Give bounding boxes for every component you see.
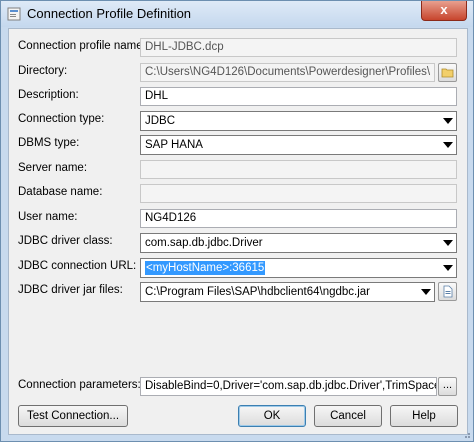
window-title: Connection Profile Definition bbox=[27, 6, 192, 21]
file-icon bbox=[443, 285, 453, 298]
chevron-down-icon bbox=[443, 240, 453, 246]
jdbc-url-label: JDBC connection URL: bbox=[18, 260, 137, 272]
test-connection-button[interactable]: Test Connection... bbox=[18, 405, 128, 427]
help-button[interactable]: Help bbox=[390, 405, 458, 427]
chevron-down-icon bbox=[443, 142, 453, 148]
connection-type-select[interactable]: JDBC bbox=[140, 111, 457, 131]
edit-parameters-button[interactable]: ... bbox=[438, 377, 457, 396]
cancel-button[interactable]: Cancel bbox=[314, 405, 382, 427]
jdbc-driver-class-value: com.sap.db.jdbc.Driver bbox=[145, 237, 263, 249]
directory-label: Directory: bbox=[18, 65, 68, 77]
description-field[interactable]: DHL bbox=[140, 87, 457, 106]
browse-jar-button[interactable] bbox=[438, 282, 457, 301]
profile-name-field[interactable]: DHL-JDBC.dcp bbox=[140, 38, 457, 57]
dialog-window: Connection Profile Definition x Connecti… bbox=[0, 0, 474, 442]
description-label: Description: bbox=[18, 89, 79, 101]
jdbc-driver-class-label: JDBC driver class: bbox=[18, 235, 113, 247]
database-name-label: Database name: bbox=[18, 186, 103, 198]
ok-button[interactable]: OK bbox=[238, 405, 306, 427]
chevron-down-icon bbox=[421, 289, 431, 295]
connection-parameters-label: Connection parameters: bbox=[18, 379, 141, 391]
user-name-field[interactable]: NG4D126 bbox=[140, 209, 457, 228]
database-name-field[interactable] bbox=[140, 184, 457, 203]
jdbc-jar-select[interactable]: C:\Program Files\SAP\hdbclient64\ngdbc.j… bbox=[140, 282, 435, 302]
jdbc-driver-class-select[interactable]: com.sap.db.jdbc.Driver bbox=[140, 233, 457, 253]
browse-directory-button[interactable] bbox=[438, 63, 457, 82]
jdbc-url-select[interactable]: <myHostName>:36615 bbox=[140, 258, 457, 278]
chevron-down-icon bbox=[443, 265, 453, 271]
user-name-label: User name: bbox=[18, 211, 78, 223]
close-icon: x bbox=[440, 2, 448, 17]
dbms-type-select[interactable]: SAP HANA bbox=[140, 135, 457, 155]
title-bar[interactable]: Connection Profile Definition x bbox=[1, 1, 473, 27]
jdbc-jar-label: JDBC driver jar files: bbox=[18, 284, 123, 296]
dbms-type-value: SAP HANA bbox=[145, 139, 203, 151]
connection-type-label: Connection type: bbox=[18, 113, 105, 125]
server-name-field[interactable] bbox=[140, 160, 457, 179]
jdbc-url-value: <myHostName>:36615 bbox=[145, 261, 266, 275]
server-name-label: Server name: bbox=[18, 162, 88, 174]
connection-type-value: JDBC bbox=[145, 115, 176, 127]
app-icon bbox=[7, 7, 21, 21]
dialog-body: Connection profile name: DHL-JDBC.dcp Di… bbox=[8, 28, 468, 435]
profile-name-label: Connection profile name: bbox=[18, 40, 146, 52]
close-button[interactable]: x bbox=[421, 1, 467, 21]
directory-field[interactable]: C:\Users\NG4D126\Documents\Powerdesigner… bbox=[140, 63, 435, 82]
jdbc-jar-value: C:\Program Files\SAP\hdbclient64\ngdbc.j… bbox=[145, 286, 370, 298]
chevron-down-icon bbox=[443, 118, 453, 124]
dbms-type-label: DBMS type: bbox=[18, 137, 80, 149]
folder-icon bbox=[441, 68, 454, 78]
connection-parameters-field[interactable]: DisableBind=0,Driver='com.sap.db.jdbc.Dr… bbox=[140, 377, 437, 396]
resize-grip-icon[interactable] bbox=[461, 429, 471, 439]
